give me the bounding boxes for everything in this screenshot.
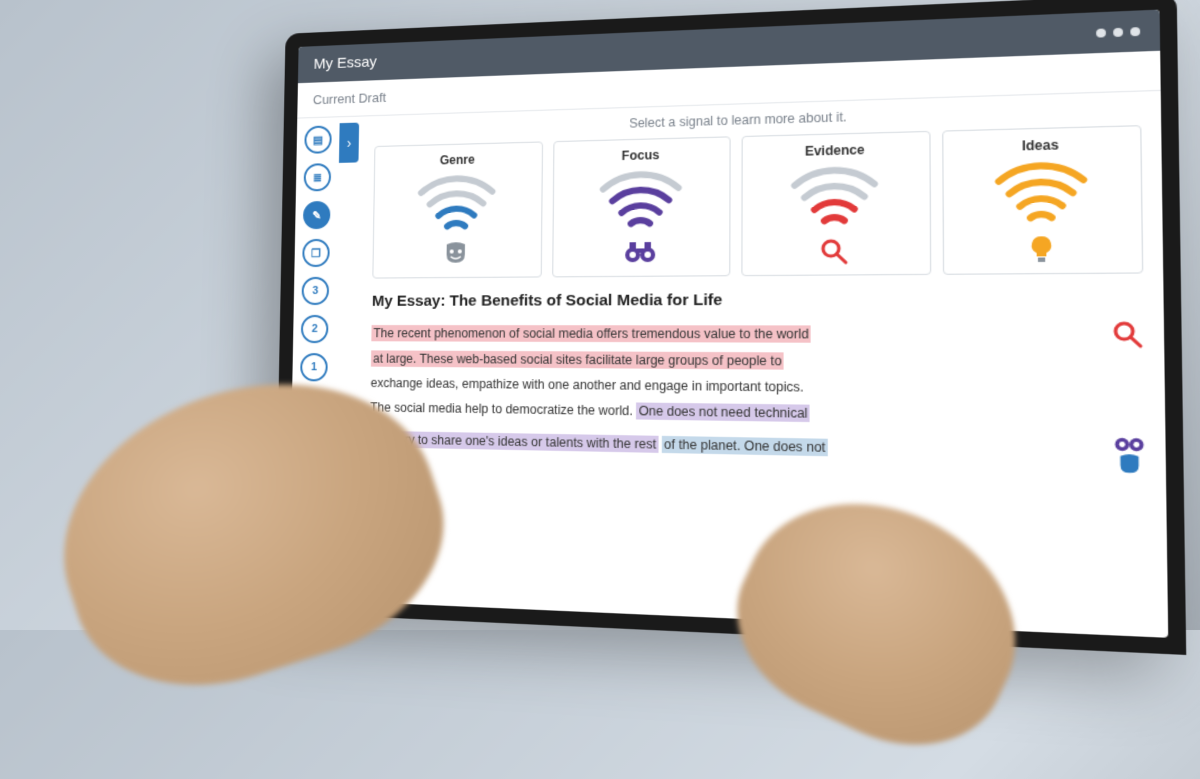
- signal-card-focus[interactable]: Focus: [552, 136, 731, 277]
- signal-label: Evidence: [805, 142, 865, 158]
- sidebar-item-edit[interactable]: ✎: [303, 201, 331, 229]
- step-number: 3: [312, 285, 318, 297]
- sidebar-item-copy[interactable]: ❐: [302, 239, 330, 267]
- step-number: 1: [311, 361, 317, 373]
- window-dot[interactable]: [1096, 28, 1106, 37]
- wifi-icon: [785, 163, 885, 234]
- sidebar-item-step-2[interactable]: 2: [301, 315, 329, 343]
- signal-label: Genre: [440, 152, 475, 167]
- pencil-icon: ✎: [312, 209, 321, 222]
- shield-icon[interactable]: [1113, 454, 1146, 475]
- sidebar-item-document[interactable]: ▤: [304, 125, 332, 153]
- signal-card-genre[interactable]: Genre: [372, 141, 542, 278]
- essay-line: at large. These web-based social sites f…: [371, 350, 784, 369]
- essay-line: mastery to share one's ideas or talents …: [370, 427, 1104, 467]
- wifi-icon: [988, 159, 1095, 232]
- copy-icon: ❐: [311, 246, 321, 259]
- essay-line: The recent phenomenon of social media of…: [371, 325, 811, 343]
- chevron-right-icon: ›: [347, 135, 352, 151]
- essay-title: My Essay: The Benefits of Social Media f…: [372, 289, 1144, 309]
- document-icon: ▤: [313, 133, 323, 146]
- draft-label: Current Draft: [313, 90, 386, 107]
- list-icon: ≣: [313, 171, 322, 184]
- expand-sidebar-tab[interactable]: ›: [339, 123, 359, 163]
- sidebar-item-list[interactable]: ≣: [304, 163, 332, 191]
- sidebar-item-step-3[interactable]: 3: [301, 277, 329, 305]
- signal-label: Focus: [622, 148, 660, 164]
- step-number: 2: [312, 323, 318, 335]
- binoculars-icon[interactable]: [1113, 431, 1146, 452]
- wifi-icon: [593, 168, 688, 237]
- binoculars-icon: [624, 240, 656, 263]
- window-controls: [1096, 26, 1140, 37]
- essay-body[interactable]: The recent phenomenon of social media of…: [369, 320, 1145, 475]
- wifi-icon: [412, 172, 502, 239]
- window-dot[interactable]: [1113, 27, 1123, 36]
- window-dot[interactable]: [1130, 26, 1140, 35]
- sidebar-item-step-1[interactable]: 1: [300, 353, 328, 381]
- signal-card-evidence[interactable]: Evidence: [741, 131, 930, 276]
- window-title: My Essay: [313, 53, 376, 72]
- signal-card-ideas[interactable]: Ideas: [942, 125, 1144, 275]
- signal-label: Ideas: [1022, 137, 1059, 153]
- magnifier-icon[interactable]: [1112, 320, 1145, 350]
- lightbulb-icon: [1028, 235, 1055, 264]
- signals-row: Genre Fo: [372, 125, 1143, 278]
- magnifier-icon: [820, 238, 850, 266]
- mask-icon: [443, 242, 470, 265]
